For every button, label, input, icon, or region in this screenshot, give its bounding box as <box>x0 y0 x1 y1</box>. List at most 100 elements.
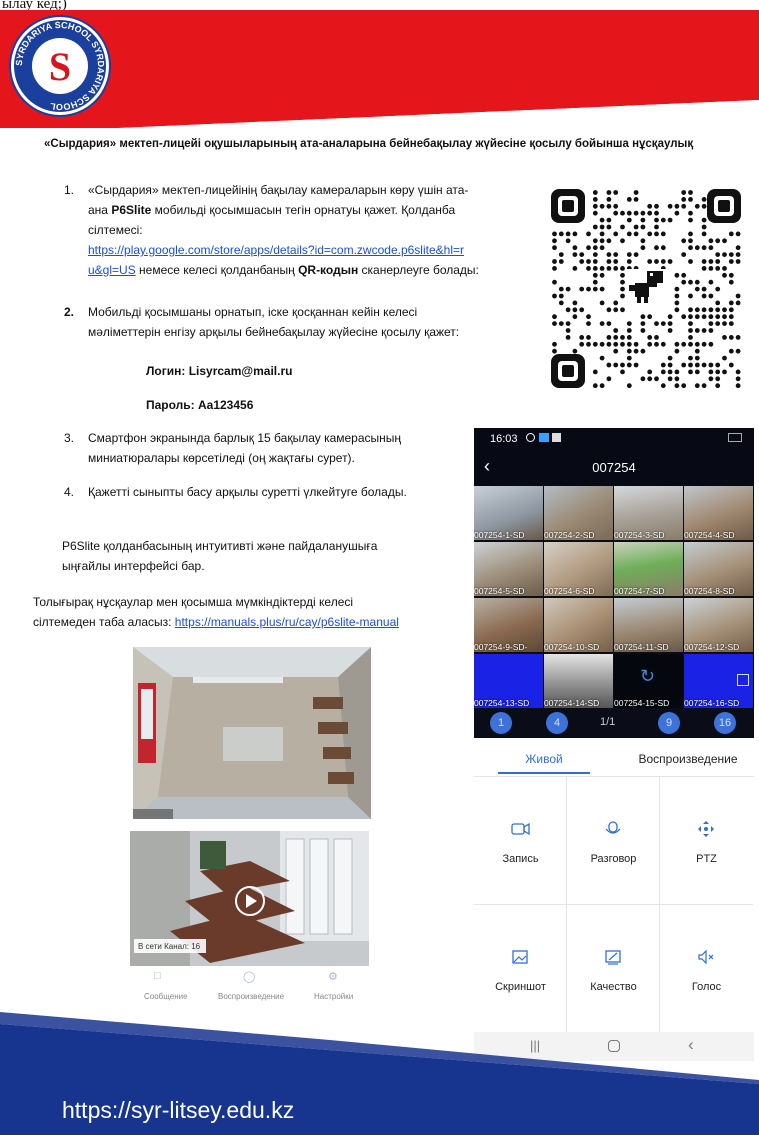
qr-module <box>592 252 598 257</box>
camera-thumb[interactable]: 007254-7-SD <box>614 542 683 596</box>
tab-live[interactable]: Живой <box>498 752 590 766</box>
qr-module <box>681 197 687 202</box>
qr-module <box>579 335 585 340</box>
logo-letter: S <box>49 44 71 89</box>
qr-module <box>701 307 707 313</box>
qr-module <box>592 203 598 209</box>
talk-button[interactable]: Разговор <box>567 777 660 905</box>
step-text: Смартфон экранында барлық 15 бақылау кам… <box>88 428 508 468</box>
gallery-icon <box>539 433 549 442</box>
qr-module <box>613 300 619 306</box>
qr-module <box>626 321 632 326</box>
layout-9-button[interactable]: 9 <box>658 712 680 734</box>
camera-thumb[interactable]: 007254-4-SD <box>684 486 753 540</box>
qr-module <box>681 272 687 278</box>
qr-module <box>708 341 714 347</box>
qr-module <box>626 348 632 354</box>
qr-module <box>599 238 605 244</box>
qr-module <box>688 279 693 285</box>
qr-module <box>599 300 605 306</box>
qr-module <box>735 376 741 382</box>
qr-module <box>701 217 707 223</box>
camera-thumb[interactable]: 007254-12-SD <box>684 598 753 652</box>
camera-label: 007254-13-SD <box>474 698 530 708</box>
camera-thumb[interactable]: 007254-1-SD <box>474 486 543 540</box>
tab-message[interactable]: Сообщение <box>144 992 188 1001</box>
qr-module <box>654 259 659 264</box>
play-store-link[interactable]: https://play.google.com/store/apps/detai… <box>88 240 508 260</box>
qr-module <box>626 210 632 216</box>
qr-module <box>633 197 639 202</box>
qr-module <box>613 231 619 237</box>
qr-module <box>728 335 734 340</box>
qr-module <box>606 238 612 244</box>
camera-thumb[interactable]: 007254-8-SD <box>684 542 753 596</box>
qr-module <box>728 279 734 285</box>
qr-module <box>674 341 680 347</box>
tab-settings[interactable]: Настройки <box>314 992 353 1001</box>
layout-1-button[interactable]: 1 <box>490 712 512 734</box>
qr-module <box>715 307 721 313</box>
camera-label: 007254-6-SD <box>544 586 595 596</box>
camera-view-1 <box>133 647 371 819</box>
qr-module <box>599 203 605 209</box>
tab-playback[interactable]: Воспроизведение <box>624 752 752 766</box>
layout-4-button[interactable]: 4 <box>546 712 568 734</box>
camera-thumb[interactable]: ↻ 007254-15-SD <box>614 654 683 708</box>
camera-thumb[interactable]: 007254-14-SD <box>544 654 613 708</box>
qr-module <box>715 383 721 389</box>
fullscreen-icon[interactable] <box>737 674 749 686</box>
qr-code[interactable] <box>549 187 743 390</box>
qr-module <box>640 314 646 320</box>
qr-module <box>688 197 693 202</box>
camera-thumb[interactable]: 007254-6-SD <box>544 542 613 596</box>
screenshot-label: Скриншот <box>495 981 546 993</box>
qr-module <box>688 238 693 244</box>
qr-module <box>552 231 557 237</box>
qr-module <box>715 286 721 292</box>
camera-thumb[interactable]: 007254-2-SD <box>544 486 613 540</box>
qr-module <box>613 203 619 209</box>
qr-module <box>606 321 612 326</box>
camera-thumb[interactable]: 007254-11-SD <box>614 598 683 652</box>
qr-module <box>633 210 639 216</box>
more-info-line-1: Толығырақ нұсқаулар мен қосымша мүмкінді… <box>33 595 354 609</box>
qr-module <box>701 203 707 209</box>
qr-module <box>674 203 680 209</box>
qr-module <box>606 203 612 209</box>
tab-playback-cam[interactable]: Воспроизведение <box>218 992 284 1001</box>
qr-module <box>688 355 693 361</box>
website-url[interactable]: https://syr-litsey.edu.kz <box>62 1097 294 1124</box>
qr-module <box>640 321 646 326</box>
settings-icon[interactable]: ⚙ <box>328 970 338 983</box>
camera-thumb[interactable]: 007254-16-SD <box>684 654 753 708</box>
qr-module <box>586 245 591 251</box>
qr-module <box>735 369 741 375</box>
camera-thumb[interactable]: 007254-3-SD <box>614 486 683 540</box>
qr-module <box>708 259 714 264</box>
record-button[interactable]: Запись <box>474 777 567 905</box>
qr-module <box>592 383 598 389</box>
qr-module <box>572 245 578 251</box>
qr-module <box>701 224 707 230</box>
step-number: 1. <box>64 183 75 197</box>
message-icon[interactable]: □ <box>154 970 161 982</box>
camera-thumb[interactable]: 007254-9-SD- <box>474 598 543 652</box>
camera-thumb[interactable]: 007254-13-SD <box>474 654 543 708</box>
manual-link[interactable]: https://manuals.plus/ru/cay/p6slite-manu… <box>175 615 399 629</box>
qr-module <box>592 279 598 285</box>
layout-16-button[interactable]: 16 <box>714 712 736 734</box>
camera-thumb[interactable]: 007254-10-SD <box>544 598 613 652</box>
play-store-link-end[interactable]: u&gl=US <box>88 263 136 277</box>
qr-module <box>674 300 680 306</box>
camera-app-tabs: □ Сообщение ◯ Воспроизведение ⚙ Настройк… <box>130 970 369 1010</box>
qr-module <box>613 348 619 354</box>
ptz-button[interactable]: PTZ <box>660 777 753 905</box>
playback-icon[interactable]: ◯ <box>243 970 255 983</box>
qr-module <box>722 252 727 257</box>
camera-thumb[interactable]: 007254-5-SD <box>474 542 543 596</box>
phone-screenshot: 16:03 ‹ 007254 007254-1-SD 007254-2-SD 0… <box>474 428 754 1061</box>
refresh-icon[interactable]: ↻ <box>640 666 655 687</box>
qr-code-bold: QR-кодын <box>298 263 359 277</box>
qr-module <box>599 266 605 271</box>
